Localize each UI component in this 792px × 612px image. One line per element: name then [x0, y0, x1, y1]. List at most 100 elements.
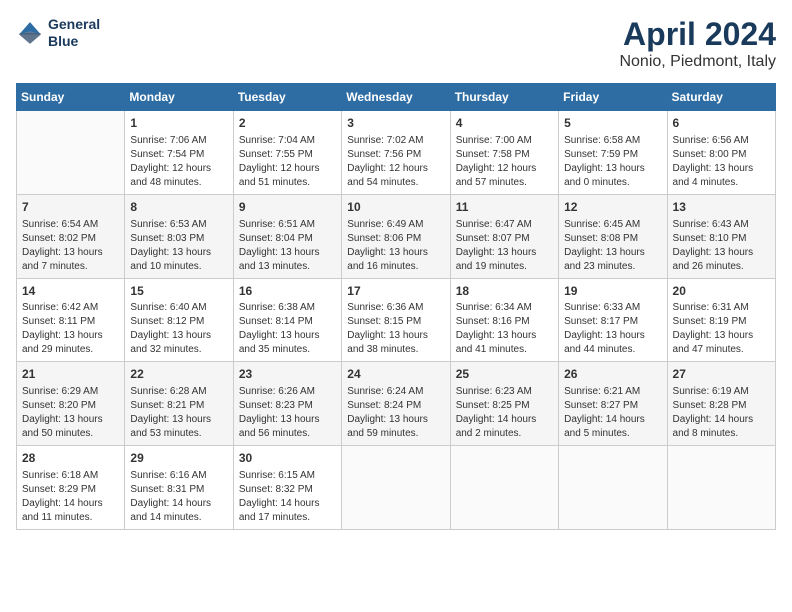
calendar-cell: 8Sunrise: 6:53 AMSunset: 8:03 PMDaylight… — [125, 194, 233, 278]
calendar-cell: 22Sunrise: 6:28 AMSunset: 8:21 PMDayligh… — [125, 362, 233, 446]
calendar-cell: 28Sunrise: 6:18 AMSunset: 8:29 PMDayligh… — [17, 446, 125, 530]
location: Nonio, Piedmont, Italy — [619, 53, 776, 71]
logo: General Blue — [16, 16, 100, 50]
calendar-cell: 26 Sunrise: 6:21 AMSunset: 8:27 PMDayligh… — [559, 362, 667, 446]
calendar-cell: 11 Sunrise: 6:47 AMSunset: 8:07 PMDayligh… — [450, 194, 558, 278]
cell-info: Sunrise: 6:40 AMSunset: 8:12 PMDaylight:… — [130, 301, 227, 357]
calendar-cell: 24Sunrise: 6:24 AMSunset: 8:24 PMDayligh… — [342, 362, 450, 446]
cell-info: Sunrise: 6:21 AMSunset: 8:27 PMDaylight:… — [564, 385, 661, 441]
calendar-cell — [342, 446, 450, 530]
day-number: 4 — [456, 115, 553, 132]
day-number: 24 — [347, 366, 444, 383]
day-number: 30 — [239, 450, 336, 467]
calendar-cell — [559, 446, 667, 530]
day-number: 23 — [239, 366, 336, 383]
day-number: 1 — [130, 115, 227, 132]
cell-info: Sunrise: 6:23 AMSunset: 8:25 PMDaylight:… — [456, 385, 553, 441]
col-tuesday: Tuesday — [233, 84, 341, 111]
day-number: 16 — [239, 283, 336, 300]
calendar-week-0: 1 Sunrise: 7:06 AMSunset: 7:54 PMDaylight… — [17, 111, 776, 195]
calendar-cell: 25 Sunrise: 6:23 AMSunset: 8:25 PMDayligh… — [450, 362, 558, 446]
page-header: General Blue April 2024 Nonio, Piedmont,… — [16, 16, 776, 71]
day-number: 6 — [673, 115, 770, 132]
calendar-cell: 17Sunrise: 6:36 AMSunset: 8:15 PMDayligh… — [342, 278, 450, 362]
day-number: 11 — [456, 199, 553, 216]
calendar-cell: 3Sunrise: 7:02 AMSunset: 7:56 PMDaylight… — [342, 111, 450, 195]
cell-info: Sunrise: 6:31 AMSunset: 8:19 PMDaylight:… — [673, 301, 770, 357]
cell-info: Sunrise: 7:04 AMSunset: 7:55 PMDaylight:… — [239, 134, 336, 190]
calendar-cell: 2 Sunrise: 7:04 AMSunset: 7:55 PMDaylight… — [233, 111, 341, 195]
calendar-cell — [667, 446, 775, 530]
calendar-cell: 19Sunrise: 6:33 AMSunset: 8:17 PMDayligh… — [559, 278, 667, 362]
calendar-week-1: 7Sunrise: 6:54 AMSunset: 8:02 PMDaylight… — [17, 194, 776, 278]
cell-info: Sunrise: 6:26 AMSunset: 8:23 PMDaylight:… — [239, 385, 336, 441]
day-number: 19 — [564, 283, 661, 300]
calendar-cell: 16Sunrise: 6:38 AMSunset: 8:14 PMDayligh… — [233, 278, 341, 362]
day-number: 17 — [347, 283, 444, 300]
cell-info: Sunrise: 7:02 AMSunset: 7:56 PMDaylight:… — [347, 134, 444, 190]
calendar-header: Sunday Monday Tuesday Wednesday Thursday… — [17, 84, 776, 111]
cell-info: Sunrise: 6:29 AMSunset: 8:20 PMDaylight:… — [22, 385, 119, 441]
day-number: 12 — [564, 199, 661, 216]
calendar-cell: 27 Sunrise: 6:19 AMSunset: 8:28 PMDayligh… — [667, 362, 775, 446]
cell-info: Sunrise: 6:49 AMSunset: 8:06 PMDaylight:… — [347, 218, 444, 274]
cell-info: Sunrise: 6:18 AMSunset: 8:29 PMDaylight:… — [22, 469, 119, 525]
cell-info: Sunrise: 7:00 AMSunset: 7:58 PMDaylight:… — [456, 134, 553, 190]
logo-text: General Blue — [48, 16, 100, 50]
day-number: 7 — [22, 199, 119, 216]
calendar-cell: 30 Sunrise: 6:15 AMSunset: 8:32 PMDayligh… — [233, 446, 341, 530]
calendar-cell: 5 Sunrise: 6:58 AMSunset: 7:59 PMDaylight… — [559, 111, 667, 195]
calendar-cell — [450, 446, 558, 530]
calendar-cell: 18Sunrise: 6:34 AMSunset: 8:16 PMDayligh… — [450, 278, 558, 362]
day-number: 2 — [239, 115, 336, 132]
col-sunday: Sunday — [17, 84, 125, 111]
col-monday: Monday — [125, 84, 233, 111]
calendar-cell: 9 Sunrise: 6:51 AMSunset: 8:04 PMDaylight… — [233, 194, 341, 278]
cell-info: Sunrise: 6:47 AMSunset: 8:07 PMDaylight:… — [456, 218, 553, 274]
col-wednesday: Wednesday — [342, 84, 450, 111]
cell-info: Sunrise: 6:45 AMSunset: 8:08 PMDaylight:… — [564, 218, 661, 274]
day-number: 25 — [456, 366, 553, 383]
cell-info: Sunrise: 6:36 AMSunset: 8:15 PMDaylight:… — [347, 301, 444, 357]
day-number: 20 — [673, 283, 770, 300]
day-number: 18 — [456, 283, 553, 300]
cell-info: Sunrise: 6:16 AMSunset: 8:31 PMDaylight:… — [130, 469, 227, 525]
cell-info: Sunrise: 6:42 AMSunset: 8:11 PMDaylight:… — [22, 301, 119, 357]
day-number: 13 — [673, 199, 770, 216]
calendar-cell: 29Sunrise: 6:16 AMSunset: 8:31 PMDayligh… — [125, 446, 233, 530]
cell-info: Sunrise: 6:58 AMSunset: 7:59 PMDaylight:… — [564, 134, 661, 190]
cell-info: Sunrise: 6:51 AMSunset: 8:04 PMDaylight:… — [239, 218, 336, 274]
calendar-week-3: 21Sunrise: 6:29 AMSunset: 8:20 PMDayligh… — [17, 362, 776, 446]
logo-line1: General — [48, 16, 100, 33]
calendar-cell: 1 Sunrise: 7:06 AMSunset: 7:54 PMDaylight… — [125, 111, 233, 195]
calendar-cell: 10 Sunrise: 6:49 AMSunset: 8:06 PMDayligh… — [342, 194, 450, 278]
calendar-table: Sunday Monday Tuesday Wednesday Thursday… — [16, 83, 776, 530]
col-friday: Friday — [559, 84, 667, 111]
calendar-cell: 20Sunrise: 6:31 AMSunset: 8:19 PMDayligh… — [667, 278, 775, 362]
cell-info: Sunrise: 6:34 AMSunset: 8:16 PMDaylight:… — [456, 301, 553, 357]
cell-info: Sunrise: 6:33 AMSunset: 8:17 PMDaylight:… — [564, 301, 661, 357]
day-number: 15 — [130, 283, 227, 300]
day-number: 5 — [564, 115, 661, 132]
cell-info: Sunrise: 6:19 AMSunset: 8:28 PMDaylight:… — [673, 385, 770, 441]
col-thursday: Thursday — [450, 84, 558, 111]
cell-info: Sunrise: 6:15 AMSunset: 8:32 PMDaylight:… — [239, 469, 336, 525]
cell-info: Sunrise: 6:43 AMSunset: 8:10 PMDaylight:… — [673, 218, 770, 274]
calendar-cell: 14Sunrise: 6:42 AMSunset: 8:11 PMDayligh… — [17, 278, 125, 362]
col-saturday: Saturday — [667, 84, 775, 111]
day-number: 14 — [22, 283, 119, 300]
calendar-cell: 12 Sunrise: 6:45 AMSunset: 8:08 PMDayligh… — [559, 194, 667, 278]
calendar-cell: 6Sunrise: 6:56 AMSunset: 8:00 PMDaylight… — [667, 111, 775, 195]
cell-info: Sunrise: 7:06 AMSunset: 7:54 PMDaylight:… — [130, 134, 227, 190]
cell-info: Sunrise: 6:38 AMSunset: 8:14 PMDaylight:… — [239, 301, 336, 357]
calendar-cell — [17, 111, 125, 195]
logo-line2: Blue — [48, 33, 100, 50]
calendar-cell: 4 Sunrise: 7:00 AMSunset: 7:58 PMDaylight… — [450, 111, 558, 195]
day-number: 9 — [239, 199, 336, 216]
day-number: 22 — [130, 366, 227, 383]
calendar-cell: 7Sunrise: 6:54 AMSunset: 8:02 PMDaylight… — [17, 194, 125, 278]
day-number: 27 — [673, 366, 770, 383]
day-number: 26 — [564, 366, 661, 383]
title-block: April 2024 Nonio, Piedmont, Italy — [619, 16, 776, 71]
day-number: 10 — [347, 199, 444, 216]
